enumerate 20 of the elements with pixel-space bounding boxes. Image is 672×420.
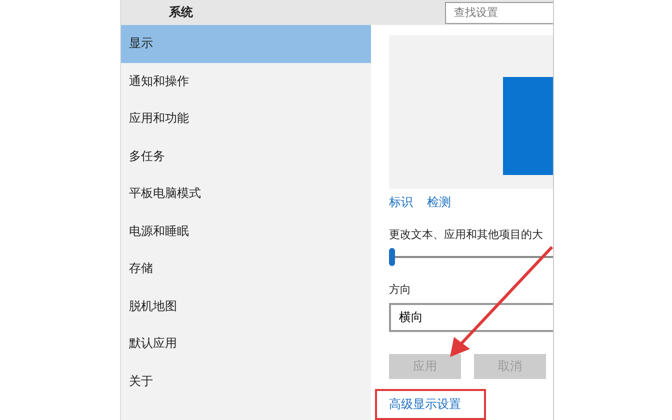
monitor-tile[interactable]: [503, 77, 553, 175]
orientation-label: 方向: [389, 282, 412, 297]
window-title: 系统: [169, 4, 193, 21]
link[interactable]: 标识: [389, 194, 413, 212]
sidebar-item[interactable]: 电源和睡眠: [121, 212, 371, 250]
sidebar-item[interactable]: 平板电脑模式: [121, 175, 371, 212]
sidebar-item[interactable]: 关于: [121, 362, 371, 400]
slider-thumb[interactable]: [389, 248, 395, 266]
search-field[interactable]: 查找设置: [445, 2, 553, 24]
sidebar-item[interactable]: 脱机地图: [121, 288, 371, 325]
advanced-display-link[interactable]: 高级显示设置: [389, 396, 461, 413]
sidebar-item[interactable]: 多任务: [121, 138, 371, 175]
sidebar-item[interactable]: 显示: [121, 25, 371, 62]
sidebar-item[interactable]: 存储: [121, 250, 371, 288]
orientation-dropdown[interactable]: 横向: [389, 302, 553, 332]
scale-label: 更改文本、应用和其他项目的大: [389, 227, 544, 242]
sidebar-item[interactable]: 通知和操作: [121, 62, 371, 100]
sidebar-item[interactable]: 默认应用: [121, 325, 371, 362]
sidebar-item[interactable]: 应用和功能: [121, 100, 371, 138]
link[interactable]: 检测: [427, 194, 451, 212]
